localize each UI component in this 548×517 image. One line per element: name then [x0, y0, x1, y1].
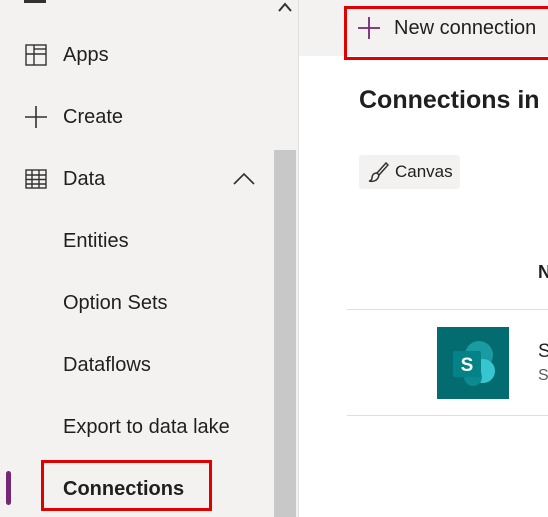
sharepoint-letter: S	[461, 355, 474, 376]
brush-icon	[368, 161, 389, 183]
header-divider	[347, 309, 548, 310]
sidebar-item-label: Option Sets	[63, 291, 168, 314]
chip-label: Canvas	[395, 162, 453, 181]
apps-icon	[24, 43, 48, 67]
sidebar-item-label: Apps	[63, 43, 109, 66]
sidebar-item-option-sets[interactable]: Option Sets	[0, 272, 272, 334]
sidebar-item-label: Entities	[63, 229, 129, 252]
sidebar-item-label: Create	[63, 105, 124, 128]
sidebar-item-apps[interactable]: Apps	[0, 24, 272, 86]
page-title: Connections in	[359, 86, 540, 114]
sidebar-item-label: Export to data lake	[63, 415, 230, 438]
sidebar-item-label: Dataflows	[63, 353, 151, 376]
sharepoint-icon: S	[437, 327, 509, 399]
sidebar-item-label: Data	[63, 167, 106, 190]
column-header-name[interactable]: N	[538, 262, 548, 283]
app-root: Apps Create Data Entities Option Sets Da…	[0, 0, 548, 517]
collapse-nav-icon[interactable]	[24, 0, 46, 3]
scrollbar-thumb[interactable]	[274, 150, 296, 517]
chevron-up-icon[interactable]	[232, 167, 256, 191]
connection-name[interactable]: S	[538, 341, 548, 363]
sidebar-item-export-to-data-lake[interactable]: Export to data lake	[0, 396, 272, 458]
table-icon	[24, 167, 48, 191]
sidebar-item-data[interactable]: Data	[0, 148, 272, 210]
sidebar-item-entities[interactable]: Entities	[0, 210, 272, 272]
connections-highlight-box	[41, 460, 212, 511]
canvas-filter-chip[interactable]: Canvas	[359, 155, 460, 189]
sidebar-item-create[interactable]: Create	[0, 86, 272, 148]
new-connection-highlight-box	[344, 6, 548, 60]
main-content: New connection Connections in Canvas N S…	[299, 0, 548, 517]
scroll-up-icon[interactable]	[276, 0, 294, 14]
plus-icon	[24, 105, 48, 129]
row-divider	[347, 415, 548, 416]
left-nav: Apps Create Data Entities Option Sets Da…	[0, 0, 272, 517]
connection-status: S	[538, 367, 548, 384]
sidebar-item-dataflows[interactable]: Dataflows	[0, 334, 272, 396]
